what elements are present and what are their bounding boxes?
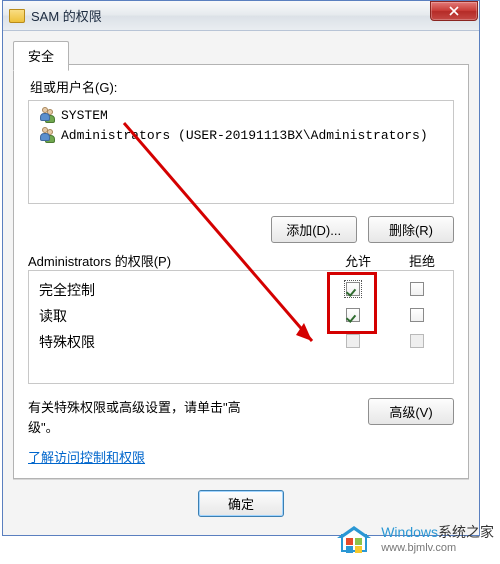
groups-users-label: 组或用户名(G): (30, 77, 454, 96)
list-item[interactable]: SYSTEM (35, 105, 447, 125)
permission-name: 特殊权限 (39, 332, 321, 352)
allow-checkbox[interactable] (346, 308, 360, 322)
user-buttons: 添加(D)... 删除(R) (28, 216, 454, 243)
permission-row: 特殊权限 (39, 329, 449, 355)
add-button[interactable]: 添加(D)... (271, 216, 357, 243)
tab-strip: 安全 (13, 39, 469, 65)
deny-checkbox[interactable] (410, 334, 424, 348)
folder-icon (9, 9, 25, 23)
permission-row: 读取 (39, 303, 449, 329)
titlebar[interactable]: SAM 的权限 (3, 1, 479, 31)
watermark: Windows系统之家 www.bjmlv.com (339, 524, 494, 556)
user-icon (37, 127, 55, 143)
remove-button[interactable]: 删除(R) (368, 216, 454, 243)
learn-link[interactable]: 了解访问控制和权限 (28, 447, 145, 466)
watermark-logo-icon (339, 524, 375, 556)
ok-button[interactable]: 确定 (198, 490, 284, 517)
close-button[interactable] (430, 1, 478, 21)
permissions-for-label: Administrators 的权限(P) (28, 251, 326, 270)
permissions-header: Administrators 的权限(P) 允许 拒绝 (28, 251, 454, 270)
deny-checkbox[interactable] (410, 308, 424, 322)
list-item[interactable]: Administrators (USER-20191113BX\Administ… (35, 125, 447, 145)
permission-name: 完全控制 (39, 280, 321, 300)
list-item-label: Administrators (USER-20191113BX\Administ… (61, 128, 428, 143)
client-area: 安全 组或用户名(G): SYSTEM Administrat (3, 31, 479, 535)
user-list[interactable]: SYSTEM Administrators (USER-20191113BX\A… (28, 100, 454, 204)
dialog-footer: 确定 (13, 479, 469, 527)
deny-checkbox[interactable] (410, 282, 424, 296)
advanced-help-text: 有关特殊权限或高级设置，请单击"高 级"。 (28, 398, 344, 437)
allow-checkbox[interactable] (346, 334, 360, 348)
security-tab-body: 组或用户名(G): SYSTEM Administrators (USER-20… (13, 64, 469, 479)
allow-column-header: 允许 (326, 251, 390, 270)
window-title: SAM 的权限 (31, 6, 102, 25)
deny-column-header: 拒绝 (390, 251, 454, 270)
list-item-label: SYSTEM (61, 108, 108, 123)
advanced-button[interactable]: 高级(V) (368, 398, 454, 425)
permission-row: 完全控制 (39, 277, 449, 303)
user-icon (37, 107, 55, 123)
permissions-dialog: SAM 的权限 安全 组或用户名(G): SYSTEM (2, 0, 480, 536)
close-icon (449, 6, 459, 16)
advanced-row: 有关特殊权限或高级设置，请单击"高 级"。 高级(V) (28, 398, 454, 437)
permission-name: 读取 (39, 306, 321, 326)
permissions-list: 完全控制 读取 特殊权限 (28, 270, 454, 384)
tab-security[interactable]: 安全 (13, 41, 69, 71)
allow-checkbox[interactable] (346, 282, 360, 296)
watermark-text: Windows系统之家 www.bjmlv.com (381, 524, 494, 555)
